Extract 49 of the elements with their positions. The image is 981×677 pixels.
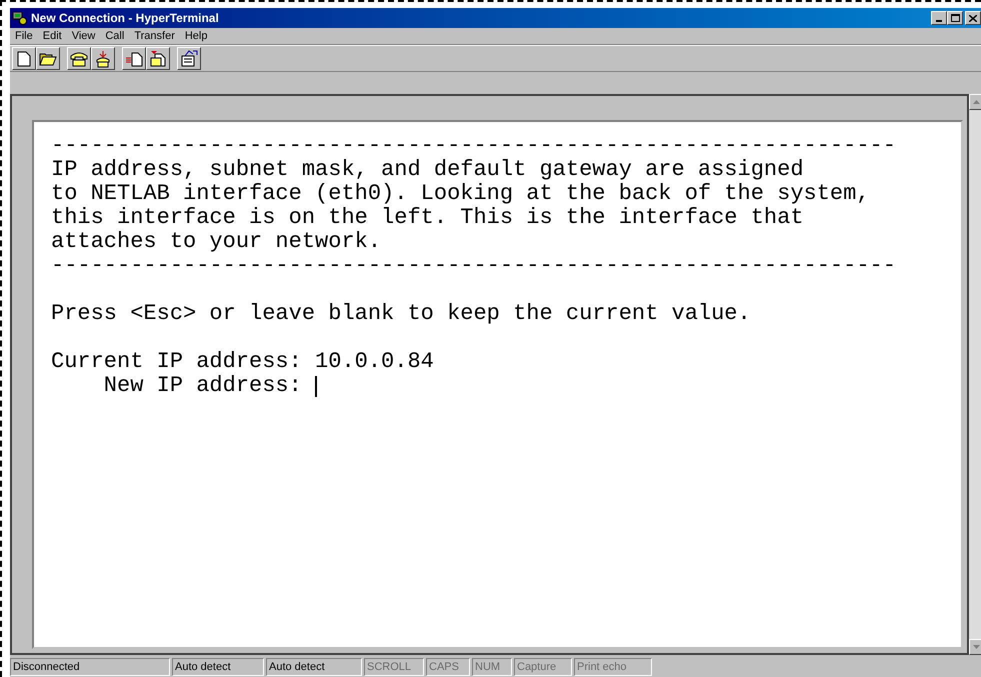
phone-icon [70, 50, 88, 66]
maximize-button[interactable] [947, 11, 963, 25]
scroll-up-button[interactable] [969, 94, 981, 110]
window-title: New Connection - HyperTerminal [31, 10, 220, 27]
status-panel: SCROLL [364, 658, 424, 676]
status-panel: Print echo [574, 658, 652, 676]
toolbar-button[interactable] [12, 47, 36, 70]
toolbar-button[interactable] [122, 47, 146, 70]
open-folder-icon [39, 51, 57, 66]
close-icon [969, 14, 977, 22]
menu-item[interactable]: Help [184, 28, 208, 44]
menu-item[interactable]: View [72, 28, 96, 44]
status-panel: Capture [514, 658, 572, 676]
status-panel: Auto detect [266, 658, 362, 676]
minimize-button[interactable] [931, 11, 947, 25]
close-button[interactable] [965, 11, 981, 25]
terminal-line: ---------------------------------------------------------------- [51, 134, 896, 158]
maximize-icon [950, 14, 960, 22]
app-icon [12, 11, 28, 25]
scroll-down-button[interactable] [969, 639, 981, 655]
menu-item[interactable]: Transfer [134, 28, 175, 44]
terminal-line: this interface is on the left. This is the interface that [51, 206, 804, 230]
toolbar-button[interactable] [36, 47, 60, 70]
toolbar-button[interactable] [177, 47, 201, 70]
status-panel: NUM [472, 658, 512, 676]
new-document-icon [17, 50, 31, 66]
toolbar-button[interactable] [91, 47, 115, 70]
terminal-line: ---------------------------------------------------------------- [51, 254, 896, 278]
menu-item[interactable]: Edit [42, 28, 62, 44]
phone-icon [95, 50, 111, 68]
menu-item[interactable]: Call [105, 28, 124, 44]
minimize-icon [936, 20, 942, 22]
terminal-line: attaches to your network. [51, 230, 382, 254]
terminal-line: IP address, subnet mask, and default gateway are assigned [51, 158, 804, 182]
terminal-line: New IP address: [102, 374, 303, 398]
status-panel: Disconnected [10, 658, 170, 676]
status-panel: Auto detect [172, 658, 264, 676]
properties-icon [180, 50, 198, 67]
terminal-line: Press <Esc> or leave blank to keep the current value. [51, 302, 751, 326]
terminal-line: to NETLAB interface (eth0). Looking at the back of the system, [51, 182, 870, 206]
receive-file-icon [149, 50, 167, 67]
toolbar-button[interactable] [146, 47, 170, 70]
down-arrow-icon [972, 645, 980, 649]
status-panel: CAPS [426, 658, 470, 676]
terminal-line: Current IP address: 10.0.0.84 [51, 350, 434, 374]
send-file-icon [125, 50, 143, 66]
up-arrow-icon [972, 100, 980, 104]
toolbar-button[interactable] [67, 47, 91, 70]
menu-item[interactable]: File [15, 28, 33, 44]
